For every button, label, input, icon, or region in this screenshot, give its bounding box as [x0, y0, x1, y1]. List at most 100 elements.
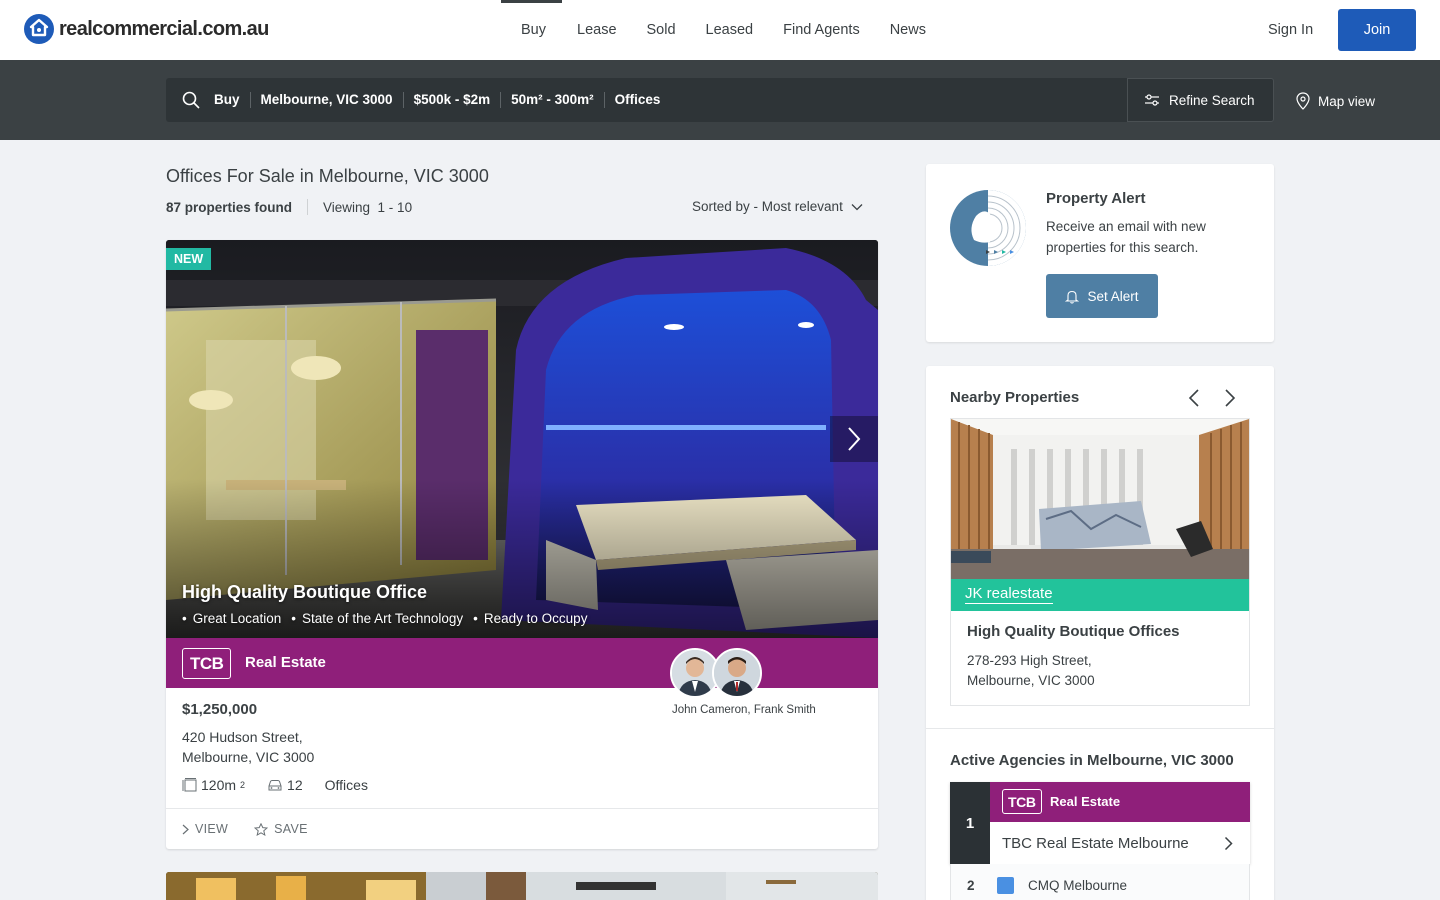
search-channel[interactable]: Buy: [214, 92, 250, 108]
agency-logo-name: Real Estate: [1050, 794, 1121, 809]
refine-search-label: Refine Search: [1169, 92, 1255, 108]
floor-area-icon: [182, 778, 197, 792]
sign-in-link[interactable]: Sign In: [1268, 22, 1313, 38]
sliders-icon: [1145, 94, 1159, 106]
agency-list-item[interactable]: 1 TCB Real Estate TBC Real Estate Melbou…: [950, 782, 1250, 864]
search-band: Buy Melbourne, VIC 3000 $500k - $2m 50m²…: [0, 60, 1440, 140]
top-navigation-bar: realcommercial.com.au Buy Lease Sold Lea…: [0, 0, 1440, 60]
divider: [926, 728, 1274, 729]
agency-name: TBC Real Estate Melbourne: [1002, 835, 1189, 852]
sort-dropdown[interactable]: Sorted by - Most relevant: [692, 199, 863, 214]
office-booth-photo: [166, 240, 878, 638]
property-type: Offices: [324, 777, 368, 793]
set-alert-label: Set Alert: [1087, 288, 1139, 304]
map-view-label: Map view: [1318, 93, 1376, 109]
listing-price: $1,250,000: [182, 701, 258, 718]
listing-attributes: 120m 2 12 Offices: [182, 777, 390, 793]
agencies-title: Active Agencies in Melbourne, VIC 3000: [950, 752, 1234, 769]
search-icon: [182, 91, 200, 109]
results-viewing: Viewing 1 - 10: [323, 199, 413, 215]
save-button[interactable]: SAVE: [254, 822, 308, 836]
results-title: Offices For Sale in Melbourne, VIC 3000: [166, 166, 489, 186]
address-line-2: Melbourne, VIC 3000: [967, 673, 1095, 688]
star-icon: [254, 822, 269, 836]
agency-rank: 1: [950, 782, 990, 864]
next-photo-button[interactable]: [830, 416, 878, 462]
listing-photo[interactable]: NEW High Quality Boutique Office Great L…: [166, 240, 878, 638]
listing-card-next-photo[interactable]: [166, 872, 878, 900]
search-location[interactable]: Melbourne, VIC 3000: [249, 92, 403, 108]
join-button[interactable]: Join: [1338, 9, 1416, 51]
agency-rank: 2: [967, 878, 975, 893]
agent-avatars[interactable]: [670, 648, 762, 698]
agent-avatar[interactable]: [712, 648, 762, 698]
map-pin-icon: [1296, 92, 1310, 110]
property-alert-panel: Property Alert Receive an email with new…: [926, 164, 1274, 342]
chevron-right-icon: [1225, 389, 1236, 407]
search-price-range[interactable]: $500k - $2m: [402, 92, 501, 108]
agency-logo: TCB: [182, 648, 232, 679]
listing-address[interactable]: 420 Hudson Street, Melbourne, VIC 3000: [182, 727, 314, 767]
nearby-prev-button[interactable]: [1188, 388, 1200, 413]
chevron-down-icon: [851, 203, 863, 210]
chevron-right-icon: [1224, 836, 1233, 856]
car-spaces-value: 12: [287, 777, 303, 793]
car-spaces: 12: [267, 777, 303, 793]
chevron-right-icon: [848, 427, 861, 451]
agency-name: Real Estate: [245, 654, 326, 671]
main-nav: Buy Lease Sold Leased Find Agents News: [501, 0, 941, 60]
agency-brand-bar[interactable]: TCB Real Estate: [166, 638, 878, 688]
feature-item: State of the Art Technology: [291, 611, 463, 626]
search-property-type[interactable]: Offices: [603, 92, 671, 108]
nearby-title: Nearby Properties: [950, 389, 1080, 406]
agency-brand-bar: TCB Real Estate: [990, 782, 1250, 822]
floor-area-unit: 2: [240, 780, 246, 790]
address-line-2: Melbourne, VIC 3000: [182, 749, 315, 765]
search-area-range[interactable]: 50m² - 300m²: [500, 92, 604, 108]
alert-illustration-icon: [950, 190, 1026, 266]
view-label: VIEW: [195, 822, 229, 836]
results-meta: 87 properties found Viewing 1 - 10: [166, 199, 412, 215]
feature-item: Ready to Occupy: [473, 611, 588, 626]
house-logo-icon: [24, 14, 54, 44]
divider: [307, 199, 309, 215]
nav-leased[interactable]: Leased: [691, 0, 769, 60]
search-summary-bar[interactable]: Buy Melbourne, VIC 3000 $500k - $2m 50m²…: [166, 78, 1128, 122]
agency-list-item[interactable]: 2 CMQ Melbourne: [950, 864, 1250, 900]
sort-label: Sorted by - Most relevant: [692, 199, 843, 214]
chevron-left-icon: [1188, 389, 1199, 407]
reception-photo: [951, 419, 1249, 579]
nearby-next-button[interactable]: [1224, 388, 1236, 413]
results-count: 87 properties found: [166, 199, 293, 215]
listing-headline: High Quality Boutique Office: [182, 582, 428, 602]
nearby-agency-bar[interactable]: JK realestate: [951, 579, 1249, 611]
nav-sold[interactable]: Sold: [632, 0, 691, 60]
nav-buy[interactable]: Buy: [501, 0, 562, 60]
listing-actions: VIEW SAVE: [166, 808, 878, 849]
floor-area: 120m 2: [182, 777, 245, 793]
nav-news[interactable]: News: [875, 0, 941, 60]
nav-lease[interactable]: Lease: [562, 0, 632, 60]
nearby-property-card[interactable]: JK realestate High Quality Boutique Offi…: [950, 418, 1250, 706]
listing-features: Great Location State of the Art Technolo…: [182, 611, 588, 626]
refine-search-button[interactable]: Refine Search: [1127, 78, 1274, 122]
nav-find-agents[interactable]: Find Agents: [768, 0, 875, 60]
view-button[interactable]: VIEW: [182, 822, 228, 836]
nearby-property-name: High Quality Boutique Offices: [967, 623, 1180, 640]
logo-text: realcommercial.com.au: [59, 17, 269, 40]
alert-title: Property Alert: [1046, 190, 1146, 207]
address-line-1: 278-293 High Street,: [967, 653, 1092, 668]
nearby-agency-name: JK realestate: [965, 585, 1053, 604]
alert-description: Receive an email with new properties for…: [1046, 219, 1206, 255]
listing-card[interactable]: NEW High Quality Boutique Office Great L…: [166, 240, 878, 849]
car-icon: [268, 779, 282, 790]
agency-logo: TCB: [1002, 789, 1042, 814]
nearby-property-photo[interactable]: [951, 419, 1249, 579]
sidebar-panel: Nearby Properties JK realestate High Qua…: [926, 366, 1274, 900]
map-view-button[interactable]: Map view: [1296, 92, 1375, 110]
save-label: SAVE: [274, 822, 308, 836]
bell-icon: [1065, 290, 1080, 304]
nearby-property-address: 278-293 High Street, Melbourne, VIC 3000: [967, 651, 1095, 691]
site-logo[interactable]: realcommercial.com.au: [24, 14, 269, 44]
set-alert-button[interactable]: Set Alert: [1046, 274, 1158, 318]
